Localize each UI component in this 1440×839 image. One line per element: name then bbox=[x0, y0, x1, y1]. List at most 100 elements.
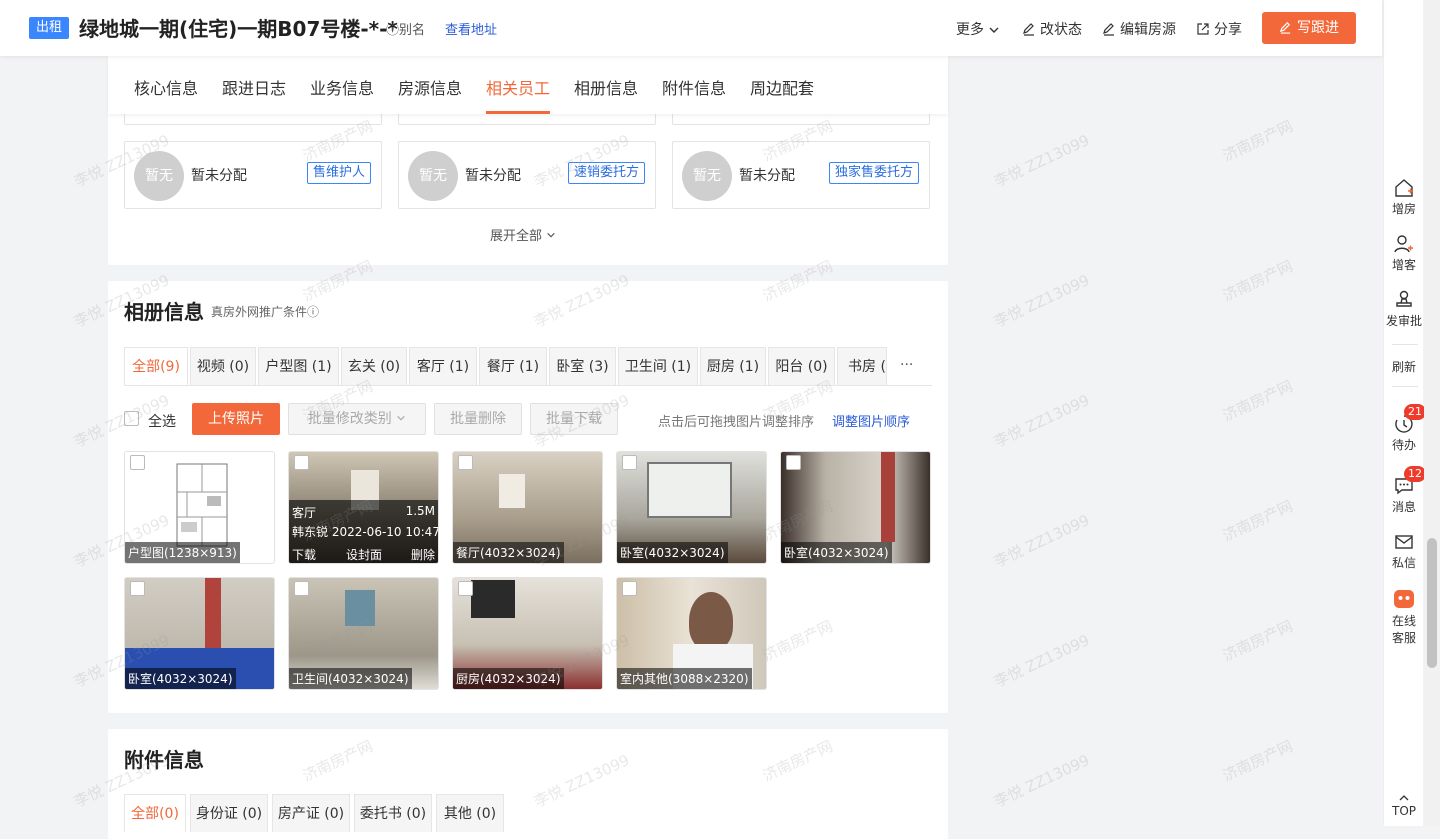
active-tab-indicator bbox=[486, 111, 550, 114]
photo-checkbox[interactable] bbox=[130, 455, 145, 470]
category-tab-all[interactable]: 全部(9) bbox=[124, 347, 188, 385]
photo-category: 客厅 bbox=[292, 506, 317, 520]
tab-listing-info[interactable]: 房源信息 bbox=[398, 75, 462, 99]
photo-thumb[interactable]: 卧室(4032×3024) bbox=[780, 451, 931, 564]
scrollbar[interactable] bbox=[1424, 0, 1440, 826]
photo-thumb[interactable]: 客厅 1.5M 韩东锐 2022-06-10 10:47 下载 设封面 删除 bbox=[288, 451, 439, 564]
photo-checkbox[interactable] bbox=[622, 581, 637, 596]
photo-thumb[interactable]: 卫生间(4032×3024) bbox=[288, 577, 439, 690]
watermark-user: 李悦 ZZ13099 bbox=[991, 391, 1093, 451]
add-client-button[interactable]: 增客 bbox=[1384, 234, 1424, 273]
user-add-icon bbox=[1394, 235, 1413, 253]
category-tab-living-room[interactable]: 客厅 (1) bbox=[409, 347, 477, 385]
attachment-tab-property-cert[interactable]: 房产证 (0) bbox=[272, 794, 350, 832]
watermark-site: 济南房产网 bbox=[1219, 116, 1296, 165]
tab-business-info[interactable]: 业务信息 bbox=[310, 75, 374, 99]
window-shape bbox=[647, 462, 732, 518]
online-label: 在线 bbox=[1391, 614, 1416, 628]
category-tab-study[interactable]: 书房 (0) bbox=[837, 347, 887, 385]
tab-related-staff[interactable]: 相关员工 bbox=[486, 75, 550, 99]
batch-download-button[interactable]: 批量下载 bbox=[530, 403, 618, 435]
tab-followup-log[interactable]: 跟进日志 bbox=[222, 75, 286, 99]
photo-thumb[interactable]: 厨房(4032×3024) bbox=[452, 577, 603, 690]
photo-checkbox[interactable] bbox=[458, 455, 473, 470]
attachment-tab-entrustment[interactable]: 委托书 (0) bbox=[354, 794, 432, 832]
photo-thumb[interactable]: 户型图(1238×913) bbox=[124, 451, 275, 564]
watermark-site: 济南房产网 bbox=[1219, 376, 1296, 425]
curtain-shape bbox=[881, 452, 895, 542]
promotion-conditions-link[interactable]: 真房外网推广条件ⓘ bbox=[211, 303, 319, 320]
write-followup-label: 写跟进 bbox=[1297, 20, 1339, 36]
batch-edit-category-button[interactable]: 批量修改类别 bbox=[288, 403, 426, 435]
category-tab-kitchen[interactable]: 厨房 (1) bbox=[700, 347, 766, 385]
expand-all-link[interactable]: 展开全部 bbox=[490, 225, 556, 244]
alias-link[interactable]: ⓘ别名 bbox=[386, 19, 425, 38]
select-all-checkbox[interactable] bbox=[124, 411, 139, 426]
online-service-button[interactable]: 在线 客服 bbox=[1384, 588, 1424, 646]
mail-button[interactable]: 私信 bbox=[1384, 532, 1424, 571]
photo-checkbox[interactable] bbox=[458, 581, 473, 596]
messages-count-badge: 12 bbox=[1404, 466, 1426, 482]
photo-checkbox[interactable] bbox=[622, 455, 637, 470]
photo-thumb[interactable]: 卧室(4032×3024) bbox=[124, 577, 275, 690]
photo-checkbox[interactable] bbox=[786, 455, 801, 470]
more-categories-button[interactable]: ··· bbox=[900, 357, 913, 373]
back-to-top-button[interactable]: TOP bbox=[1384, 794, 1424, 818]
add-house-button[interactable]: 增房 bbox=[1384, 178, 1424, 217]
category-tab-bedroom[interactable]: 卧室 (3) bbox=[549, 347, 616, 385]
photo-thumb[interactable]: 餐厅(4032×3024) bbox=[452, 451, 603, 564]
photo-thumb[interactable]: 卧室(4032×3024) bbox=[616, 451, 767, 564]
range-hood-shape bbox=[471, 580, 515, 618]
category-tab-floorplan[interactable]: 户型图 (1) bbox=[258, 347, 339, 385]
share-button[interactable]: 分享 bbox=[1196, 19, 1242, 39]
attachment-tab-other[interactable]: 其他 (0) bbox=[436, 794, 504, 832]
category-tab-bathroom[interactable]: 卫生间 (1) bbox=[618, 347, 698, 385]
photo-thumb[interactable]: 室内其他(3088×2320) bbox=[616, 577, 767, 690]
tab-core-info[interactable]: 核心信息 bbox=[134, 75, 198, 99]
avatar: 暂无 bbox=[134, 151, 184, 201]
watermark-user: 李悦 ZZ13099 bbox=[991, 751, 1093, 811]
photo-delete-button[interactable]: 删除 bbox=[411, 546, 435, 563]
more-menu[interactable]: 更多 bbox=[956, 19, 1004, 39]
listing-type-tag: 出租 bbox=[29, 17, 70, 39]
attachment-tab-id-card[interactable]: 身份证 (0) bbox=[190, 794, 268, 832]
album-title: 相册信息 bbox=[124, 300, 204, 324]
attachment-tab-all[interactable]: 全部(0) bbox=[124, 794, 186, 832]
scrollbar-thumb[interactable] bbox=[1427, 538, 1437, 668]
right-toolbar: 增房 增客 发审批 刷新 待办 21 消息 12 私信 在线 客服 TOP bbox=[1383, 0, 1426, 826]
refresh-button[interactable]: 刷新 bbox=[1384, 358, 1424, 375]
adjust-order-link[interactable]: 调整图片顺序 bbox=[832, 411, 910, 430]
service-label: 客服 bbox=[1391, 631, 1416, 645]
divider bbox=[1392, 344, 1418, 345]
tab-album-info[interactable]: 相册信息 bbox=[574, 75, 638, 99]
top-label: TOP bbox=[1391, 804, 1416, 818]
employee-name: 暂未分配 bbox=[191, 168, 247, 184]
approval-button[interactable]: 发审批 bbox=[1384, 290, 1424, 329]
tab-attachment-info[interactable]: 附件信息 bbox=[662, 75, 726, 99]
photo-checkbox[interactable] bbox=[130, 581, 145, 596]
category-tab-video[interactable]: 视频 (0) bbox=[190, 347, 256, 385]
change-status-button[interactable]: 改状态 bbox=[1022, 19, 1082, 39]
photo-checkbox[interactable] bbox=[294, 455, 309, 470]
photo-download-button[interactable]: 下载 bbox=[292, 546, 316, 563]
add-house-label: 增房 bbox=[1391, 202, 1416, 216]
write-followup-button[interactable]: 写跟进 bbox=[1262, 12, 1356, 44]
watermark-user: 李悦 ZZ13099 bbox=[991, 131, 1093, 191]
edit-listing-button[interactable]: 编辑房源 bbox=[1102, 19, 1176, 39]
category-tab-balcony[interactable]: 阳台 (0) bbox=[768, 347, 835, 385]
view-address-link[interactable]: 查看地址 bbox=[445, 19, 497, 38]
category-tab-dining-room[interactable]: 餐厅 (1) bbox=[479, 347, 547, 385]
divider bbox=[1392, 386, 1418, 387]
edit-icon bbox=[1279, 22, 1291, 34]
chevron-up-icon bbox=[1399, 795, 1409, 801]
watermark-user: 李悦 ZZ13099 bbox=[991, 271, 1093, 331]
photo-set-cover-button[interactable]: 设封面 bbox=[346, 546, 382, 563]
batch-delete-button[interactable]: 批量删除 bbox=[434, 403, 522, 435]
photo-checkbox[interactable] bbox=[294, 581, 309, 596]
edit-listing-label: 编辑房源 bbox=[1120, 22, 1176, 38]
tab-nearby[interactable]: 周边配套 bbox=[750, 75, 814, 99]
category-tab-entrance[interactable]: 玄关 (0) bbox=[341, 347, 407, 385]
upload-photos-button[interactable]: 上传照片 bbox=[192, 403, 280, 435]
mail-icon bbox=[1395, 535, 1413, 549]
photo-hover-overlay: 客厅 1.5M 韩东锐 2022-06-10 10:47 下载 设封面 删除 bbox=[289, 500, 438, 563]
